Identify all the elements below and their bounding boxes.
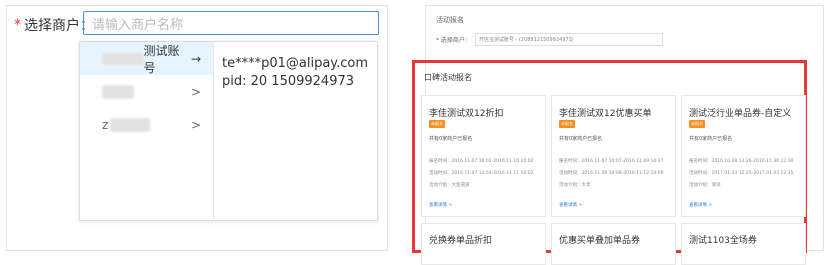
activity-title: 测试泛行业单品券-自定义: [689, 109, 792, 119]
activity-time: 活动时间：2016.11.07 13:54-2016.11.11 10:02: [429, 171, 534, 176]
view-details-link[interactable]: 查看详情 >: [429, 202, 452, 208]
activity-card[interactable]: 测试1103全场券: [681, 223, 806, 265]
activity-card[interactable]: 兑换券单品折扣: [421, 223, 546, 265]
activity-title: 李佳测试双12优惠买单: [559, 109, 652, 119]
merchant-option[interactable]: >: [80, 75, 213, 108]
merchant-email: te****p01@alipay.com: [222, 56, 369, 71]
view-details-link[interactable]: 查看详情 >: [559, 202, 582, 208]
activity-card[interactable]: 测试泛行业单品券-自定义 未报名 共有0家商户已报名 报名时间：2016.10.…: [681, 95, 806, 217]
signup-time: 报名时间：2016.11.07 10:07-2016.11.09 10:37: [559, 159, 664, 164]
merchant-field-row: * 选择商户： 开店宝测试账号 - (2088121509924973): [436, 32, 663, 46]
activity-time: 活动时间：2016.11.09 10:08-2016.11.12 10:06: [559, 171, 664, 176]
activity-intro: 活动介绍：测试: [689, 183, 721, 188]
activity-title: 优惠买单叠加单品券: [559, 236, 641, 246]
signup-time: 报名时间：2016.10.28 13:26-2016.11.30 12:30: [689, 159, 794, 164]
view-details-link[interactable]: 查看详情 >: [689, 202, 712, 208]
merchant-label: * 选择商户：: [436, 36, 471, 44]
merchant-option-label: z: [102, 117, 109, 132]
signup-count: 共有0家商户已报名: [689, 136, 733, 142]
page-title: 活动报名: [436, 16, 464, 24]
merchant-field-row: * 选择商户：: [14, 12, 94, 38]
status-badge: 未报名: [559, 120, 575, 128]
signup-count: 共有0家商户已报名: [429, 136, 473, 142]
activity-card[interactable]: 李佳测试双12优惠买单 未报名 共有0家商户已报名 报名时间：2016.11.0…: [551, 95, 676, 217]
chevron-right-icon: >: [190, 117, 201, 132]
merchant-select[interactable]: 开店宝测试账号 - (2088121509924973): [474, 32, 663, 46]
activity-card[interactable]: 优惠买单叠加单品券: [551, 223, 676, 265]
status-badge: 未报名: [429, 120, 445, 128]
chevron-right-icon: >: [190, 84, 201, 99]
activity-title: 测试1103全场券: [689, 236, 757, 246]
arrow-right-icon: →: [190, 51, 201, 66]
merchant-dropdown: 测试账号 → > z > te****p01@alipay.com pid: 2…: [79, 41, 378, 221]
activity-time: 活动时间：2017.01.03 12:25-2017.01.03 12:35: [689, 171, 794, 176]
activity-title: 李佳测试双12折扣: [429, 109, 504, 119]
merchant-option[interactable]: z >: [80, 108, 213, 141]
merchant-select-value: 开店宝测试账号 - (2088121509924973): [478, 36, 574, 43]
redacted-name: [102, 52, 144, 65]
signup-time: 报名时间：2016.11.07 16:02-2016.11.10 10:02: [429, 159, 534, 164]
merchant-list: 测试账号 → > z >: [80, 42, 214, 220]
signup-count: 共有0家商户已报名: [559, 136, 603, 142]
merchant-detail: te****p01@alipay.com pid: 20 1509924973: [222, 55, 368, 91]
merchant-search-input[interactable]: 请输入商户名称: [83, 11, 379, 35]
redacted-name: [102, 84, 134, 99]
merchant-select-panel: * 选择商户： 请输入商户名称 测试账号 → > z > te****p01@a…: [6, 5, 388, 251]
redacted-name: [110, 117, 151, 132]
required-mark: *: [14, 17, 21, 33]
activity-card[interactable]: 李佳测试双12折扣 未报名 共有0家商户已报名 报名时间：2016.11.07 …: [421, 95, 546, 217]
activity-intro: 活动介绍：大渔道道: [429, 183, 470, 188]
merchant-option-label: 测试账号: [143, 43, 180, 75]
section-title: 口碑活动报名: [424, 73, 472, 82]
merchant-input-placeholder: 请输入商户名称: [92, 17, 184, 33]
activity-section-highlight: 口碑活动报名 李佳测试双12折扣 未报名 共有0家商户已报名 报名时间：2016…: [412, 60, 807, 265]
activity-title: 兑换券单品折扣: [429, 236, 493, 246]
merchant-option[interactable]: 测试账号 →: [80, 42, 213, 75]
status-badge: 未报名: [689, 120, 705, 128]
activity-intro: 活动介绍：大丰: [559, 183, 591, 188]
merchant-pid: pid: 20 1509924973: [222, 74, 355, 89]
